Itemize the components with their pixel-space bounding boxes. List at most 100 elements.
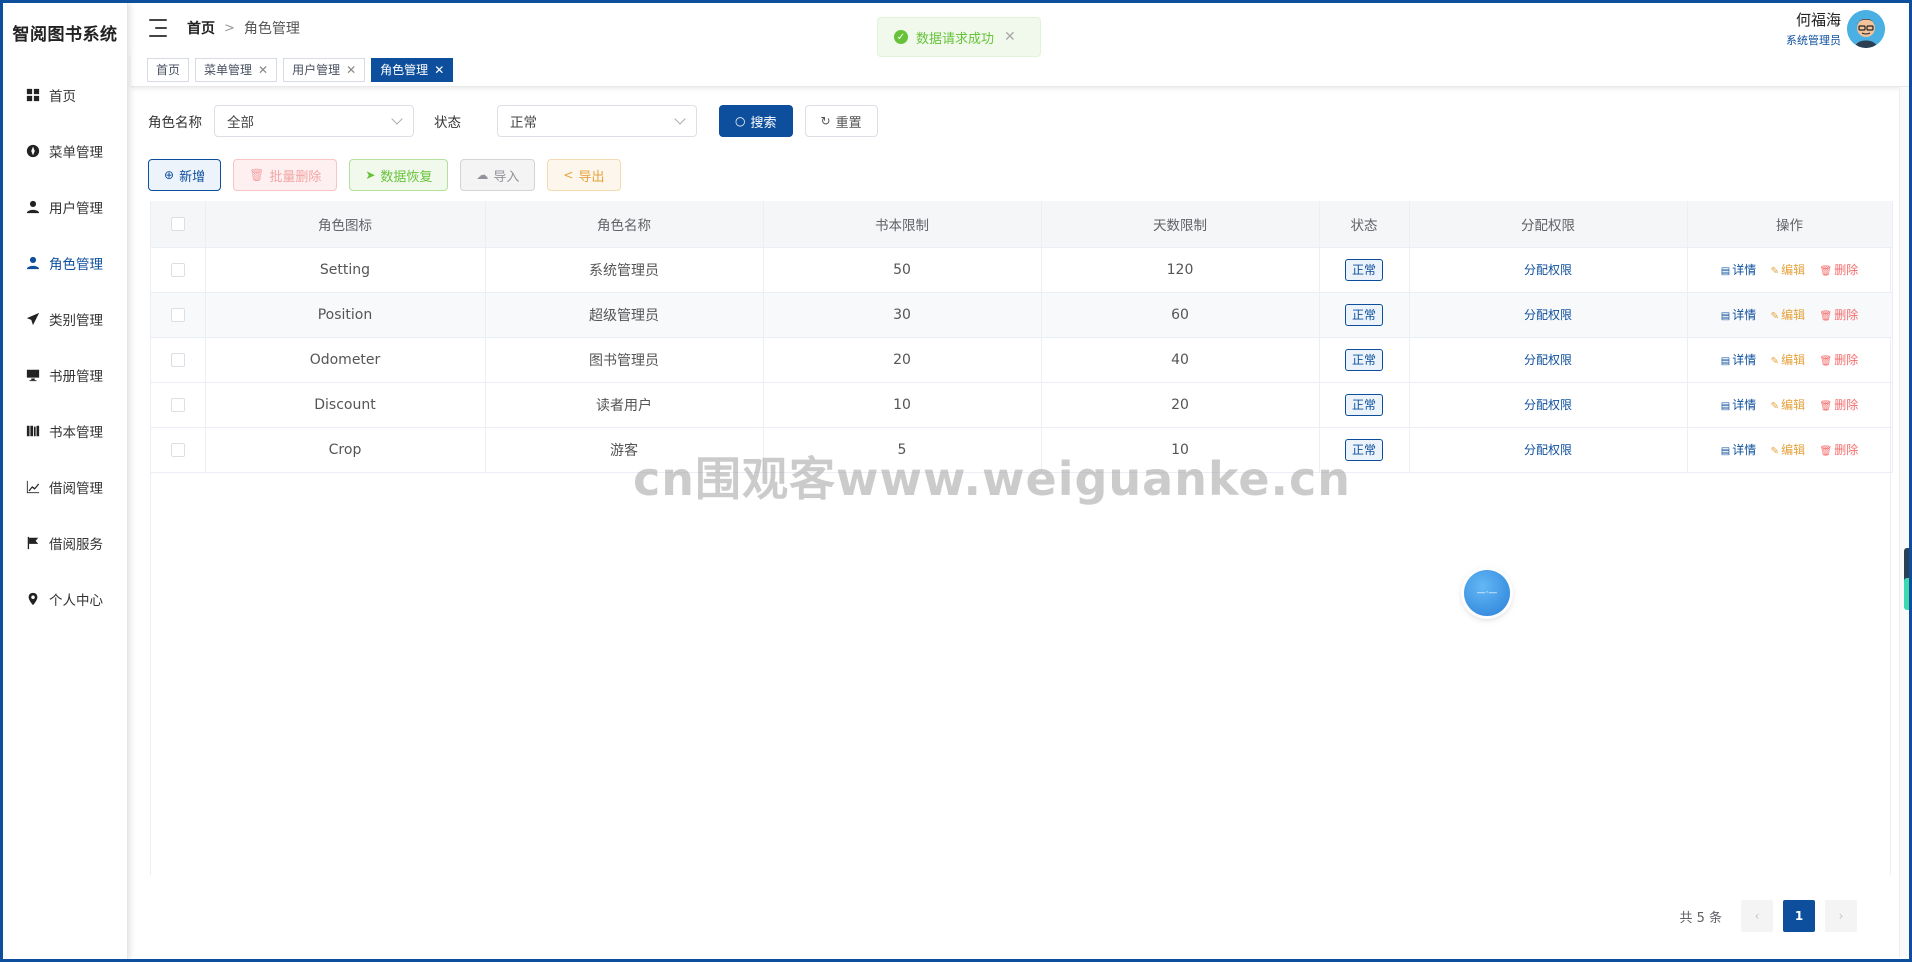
sidebar-item-roles[interactable]: 角色管理 [3,235,127,291]
role-icon-cell: Crop [205,427,486,473]
close-icon[interactable]: ✕ [434,63,444,77]
filter-form: 角色名称 全部 状态 正常 ○ 搜索 ↻ 重置 [148,105,878,137]
user-name: 何福海 [1795,11,1841,29]
role-name-label: 角色名称 [148,115,202,131]
assign-permission-link[interactable]: 分配权限 [1524,263,1572,277]
detail-button[interactable]: ▤ 详情 [1721,353,1756,367]
tab-role-management[interactable]: 角色管理 ✕ [371,57,454,82]
roles-table: 角色图标 角色名称 书本限制 天数限制 状态 分配权限 操作 Setting 系… [150,201,1893,875]
sidebar-item-label: 借阅管理 [49,481,103,497]
role-icon-cell: Position [205,292,486,338]
add-button[interactable]: ⊕ 新增 [148,159,222,191]
delete-button[interactable]: 🗑 删除 [1820,263,1859,277]
close-icon[interactable]: ✕ [1004,29,1016,45]
close-icon[interactable]: ✕ [346,63,356,77]
books-icon [25,423,41,439]
tab-home[interactable]: 首页 [147,57,190,82]
restore-button[interactable]: ➤ 数据恢复 [349,159,449,191]
sidebar-item-profile[interactable]: 个人中心 [3,571,127,627]
reset-button-label: 重置 [835,115,862,131]
sidebar-item-menu[interactable]: 菜单管理 [3,123,127,179]
delete-button[interactable]: 🗑 删除 [1820,308,1859,322]
sidebar-item-categories[interactable]: 类别管理 [3,291,127,347]
reset-button[interactable]: ↻ 重置 [804,105,878,137]
select-all-header [151,201,206,248]
document-icon: ▤ [1720,401,1731,412]
table-row: Position 超级管理员 30 60 正常 分配权限 ▤ 详情 ✎ 编辑 🗑 删除 [151,292,1893,338]
detail-button[interactable]: ▤ 详情 [1721,308,1756,322]
edit-icon: ✎ [1770,401,1780,412]
sidebar-item-users[interactable]: 用户管理 [3,179,127,235]
side-handle-accent[interactable] [1904,578,1909,610]
book-limit-cell: 20 [763,337,1042,383]
toolbar: ⊕ 新增 🗑 批量删除 ➤ 数据恢复 ☁ 导入 < 导出 [148,159,633,191]
edit-button[interactable]: ✎ 编辑 [1771,398,1805,412]
document-icon: ▤ [1720,446,1731,457]
assign-permission-link[interactable]: 分配权限 [1524,398,1572,412]
sidebar-item-home[interactable]: 首页 [3,67,127,123]
edit-icon: ✎ [1770,356,1780,367]
prev-page-button[interactable]: ‹ [1741,900,1773,932]
trash-icon: 🗑 [1819,311,1833,322]
menu-toggle-icon[interactable] [149,19,169,37]
breadcrumb-separator-icon: > [224,20,235,36]
user-role: 系统管理员 [1786,34,1841,47]
export-button[interactable]: < 导出 [547,159,621,191]
check-circle-icon: ✓ [894,30,908,44]
row-checkbox[interactable] [170,442,185,457]
select-all-checkbox[interactable] [170,216,185,231]
user-icon [25,255,41,271]
row-checkbox[interactable] [170,397,185,412]
import-button[interactable]: ☁ 导入 [460,159,536,191]
trash-icon: 🗑 [1819,356,1833,367]
role-icon-cell: Odometer [205,337,486,383]
delete-button[interactable]: 🗑 删除 [1820,398,1859,412]
edit-button[interactable]: ✎ 编辑 [1771,308,1805,322]
edit-button[interactable]: ✎ 编辑 [1771,443,1805,457]
day-limit-cell: 60 [1041,292,1320,338]
sidebar-item-label: 用户管理 [49,201,103,217]
breadcrumb-current: 角色管理 [243,21,300,37]
status-badge: 正常 [1344,348,1383,371]
assign-permission-link[interactable]: 分配权限 [1524,353,1572,367]
batch-delete-button[interactable]: 🗑 批量删除 [233,159,338,191]
edit-button[interactable]: ✎ 编辑 [1771,263,1805,277]
sidebar-item-books[interactable]: 书本管理 [3,403,127,459]
column-header: 状态 [1319,201,1410,248]
row-checkbox[interactable] [170,262,185,277]
detail-button[interactable]: ▤ 详情 [1721,443,1756,457]
column-header: 书本限制 [763,201,1042,248]
page-number-button[interactable]: 1 [1783,900,1815,932]
delete-button[interactable]: 🗑 删除 [1820,443,1859,457]
sidebar-item-label: 首页 [49,89,76,105]
status-select[interactable]: 正常 [497,105,697,137]
sidebar-item-borrow[interactable]: 借阅管理 [3,459,127,515]
next-page-button[interactable]: › [1825,900,1857,932]
tab-menu-management[interactable]: 菜单管理 ✕ [195,57,278,82]
table-row: Odometer 图书管理员 20 40 正常 分配权限 ▤ 详情 ✎ 编辑 🗑 删除 [151,337,1893,383]
app-window: 智阅图书系统 首页 菜单管理 用户管理 角色管理 类别管理 书册管理 书本管理 [3,3,1909,959]
table-row: Setting 系统管理员 50 120 正常 分配权限 ▤ 详情 ✎ 编辑 🗑 删除 [151,247,1893,293]
search-button[interactable]: ○ 搜索 [719,105,793,137]
loading-spinner-icon: —·— [1464,570,1510,616]
close-icon[interactable]: ✕ [258,63,268,77]
sidebar-item-volumes[interactable]: 书册管理 [3,347,127,403]
role-name-select[interactable]: 全部 [214,105,414,137]
export-button-label: 导出 [578,169,605,185]
detail-button[interactable]: ▤ 详情 [1721,263,1756,277]
trash-icon: 🗑 [1819,266,1833,277]
delete-button[interactable]: 🗑 删除 [1820,353,1859,367]
tab-user-management[interactable]: 用户管理 ✕ [283,57,366,82]
assign-permission-link[interactable]: 分配权限 [1524,308,1572,322]
role-name-cell: 超级管理员 [485,292,764,338]
breadcrumb-home[interactable]: 首页 [187,18,215,38]
sidebar-item-borrow-service[interactable]: 借阅服务 [3,515,127,571]
row-checkbox[interactable] [170,352,185,367]
edit-button[interactable]: ✎ 编辑 [1771,353,1805,367]
user-menu[interactable]: 何福海 系统管理员 [1786,9,1885,48]
assign-permission-link[interactable]: 分配权限 [1524,443,1572,457]
row-checkbox[interactable] [170,307,185,322]
vertical-scrollbar[interactable] [1899,87,1909,957]
avatar[interactable] [1847,9,1885,48]
detail-button[interactable]: ▤ 详情 [1721,398,1756,412]
